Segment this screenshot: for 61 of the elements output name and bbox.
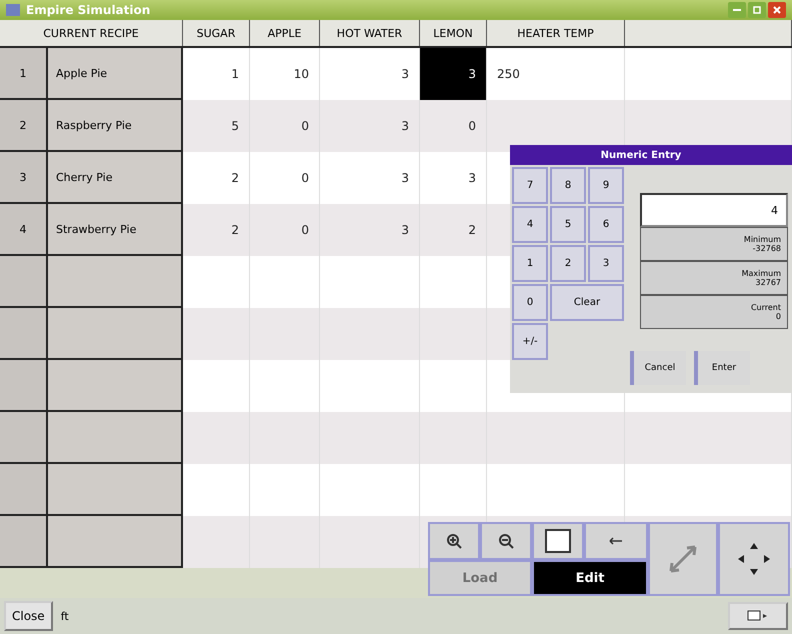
limit-display: Minimum -32768 — [640, 227, 788, 261]
recipe-name-cell: Raspberry Pie — [48, 100, 183, 152]
toolbar-button[interactable] — [428, 522, 480, 560]
row-number — [0, 412, 48, 464]
column-header: SUGAR — [183, 20, 250, 46]
row-number: 3 — [0, 152, 48, 204]
close-button[interactable] — [768, 2, 786, 18]
keypad-key[interactable]: 1 — [512, 245, 548, 282]
keypad-key[interactable]: 7 — [512, 167, 548, 204]
dialog-button[interactable]: Cancel — [630, 351, 686, 385]
row-number — [0, 360, 48, 412]
table-cell: 3 — [420, 48, 487, 100]
minimize-icon — [733, 9, 741, 11]
square-icon — [545, 529, 571, 553]
maximize-button[interactable] — [748, 2, 766, 18]
keypad-key[interactable]: Clear — [550, 284, 624, 321]
keypad-key[interactable]: 3 — [588, 245, 624, 282]
value-field[interactable]: 4 — [640, 193, 788, 227]
column-header: APPLE — [250, 20, 320, 46]
zoom-out-icon — [498, 533, 514, 549]
arrow-left-icon — [609, 537, 623, 545]
keypad-key[interactable]: 4 — [512, 206, 548, 243]
limit-display: Maximum 32767 — [640, 261, 788, 295]
toolbar-button[interactable] — [532, 522, 584, 560]
row-number — [0, 516, 48, 568]
move-button[interactable] — [648, 522, 718, 596]
monitor-icon — [747, 610, 769, 622]
row-number — [0, 308, 48, 360]
close-text-button[interactable]: Close — [4, 601, 53, 631]
recipe-name-cell: Apple Pie — [48, 48, 183, 100]
maximize-icon — [753, 6, 761, 14]
minimize-button[interactable] — [728, 2, 746, 18]
dialog-title: Numeric Entry — [510, 145, 792, 165]
keypad-key[interactable]: +/- — [512, 323, 548, 360]
zoom-in-icon — [446, 533, 462, 549]
row-number: 4 — [0, 204, 48, 256]
keypad-key[interactable]: 9 — [588, 167, 624, 204]
keypad-key[interactable]: 6 — [588, 206, 624, 243]
row-number — [0, 256, 48, 308]
keypad-key[interactable]: 5 — [550, 206, 586, 243]
menu-button[interactable] — [728, 602, 788, 630]
mode-button[interactable]: Edit — [532, 560, 648, 596]
column-header: LEMON — [420, 20, 487, 46]
keypad-key[interactable]: 2 — [550, 245, 586, 282]
keypad-key[interactable]: 8 — [550, 167, 586, 204]
recipe-name-cell: Cherry Pie — [48, 152, 183, 204]
dialog-button[interactable]: Enter — [694, 351, 750, 385]
close-icon — [773, 6, 781, 14]
limit-display: Current 0 — [640, 295, 788, 329]
window-title: Empire Simulation — [26, 3, 150, 17]
recipe-name-cell: Strawberry Pie — [48, 204, 183, 256]
row-number — [0, 464, 48, 516]
keypad-key[interactable]: 0 — [512, 284, 548, 321]
toolbar-button[interactable] — [480, 522, 532, 560]
app-icon — [6, 4, 20, 16]
column-header: HEATER TEMP — [487, 20, 625, 46]
row-number: 2 — [0, 100, 48, 152]
column-header: HOT WATER — [320, 20, 420, 46]
column-header: CURRENT RECIPE — [0, 20, 183, 46]
row-number: 1 — [0, 48, 48, 100]
status-text: ft — [60, 610, 69, 622]
